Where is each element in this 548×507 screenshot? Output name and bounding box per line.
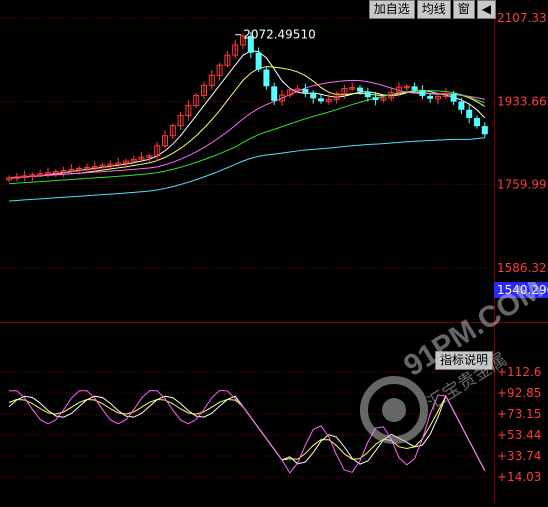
trading-chart: 2072.49510 2107.333 1933.663 1759.993 1586.… xyxy=(0,0,548,503)
candle-body xyxy=(310,92,317,99)
chart-canvas[interactable]: 2072.49510 2107.333 1933.663 1759.993 1586.… xyxy=(0,0,548,503)
ma5-line xyxy=(8,50,486,179)
candle-body xyxy=(481,126,488,135)
candle-body xyxy=(458,101,465,110)
candle-body xyxy=(364,91,371,98)
candle-body xyxy=(302,88,309,93)
high-marker-label: 2072.49510 xyxy=(243,28,316,42)
price-axis: 2107.333 1933.663 1759.993 1586.323 1540.290 xyxy=(494,11,548,299)
candle-body xyxy=(419,90,426,96)
high-marker-group: 2072.49510 xyxy=(235,28,316,42)
indicator-j-line xyxy=(8,390,486,474)
candle-body xyxy=(466,109,473,118)
indicator-tick-label: +92.85 xyxy=(497,386,541,400)
price-tick-label: 2107.333 xyxy=(497,11,548,25)
candle-body xyxy=(372,97,379,101)
candle-body xyxy=(255,52,262,70)
add-watchlist-button[interactable]: 加自选 xyxy=(368,0,415,19)
toolbar: 加自选 均线 窗 ◀ xyxy=(368,0,496,19)
candle-body xyxy=(357,87,363,92)
price-tick-label: 1933.663 xyxy=(497,94,548,108)
candle-body xyxy=(427,95,434,99)
indicator-tick-label: +112.6 xyxy=(497,365,541,379)
ma20-line xyxy=(8,79,485,179)
collapse-arrow-icon[interactable]: ◀ xyxy=(476,0,496,19)
indicator-tick-label: +73.15 xyxy=(497,407,541,421)
indicator-tick-label: +14.03 xyxy=(497,470,541,484)
indicator-panel xyxy=(0,371,494,478)
ma10-line xyxy=(8,66,486,179)
indicator-tick-label: +33.74 xyxy=(497,449,541,463)
price-tick-label: 1586.323 xyxy=(497,261,548,275)
indicator-axis: +112.6 +92.85 +73.15 +53.44 +33.74 +14.03 xyxy=(497,365,541,484)
price-grid xyxy=(0,0,548,503)
current-price-label: 1540.290 xyxy=(497,283,548,297)
candle-body xyxy=(450,93,457,102)
candle-body xyxy=(263,69,270,87)
ma60-line xyxy=(8,137,485,202)
moving-average-button[interactable]: 均线 xyxy=(416,0,451,19)
indicator-description-button[interactable]: 指标说明 xyxy=(435,351,494,370)
price-tick-label: 1759.993 xyxy=(497,178,548,192)
indicator-tick-label: +53.44 xyxy=(497,428,541,442)
window-button[interactable]: 窗 xyxy=(452,0,475,19)
candle-body xyxy=(474,117,480,127)
moving-average-lines xyxy=(8,50,486,202)
candle-body xyxy=(318,98,324,102)
candle-body xyxy=(271,86,278,101)
candle-body xyxy=(411,86,418,91)
